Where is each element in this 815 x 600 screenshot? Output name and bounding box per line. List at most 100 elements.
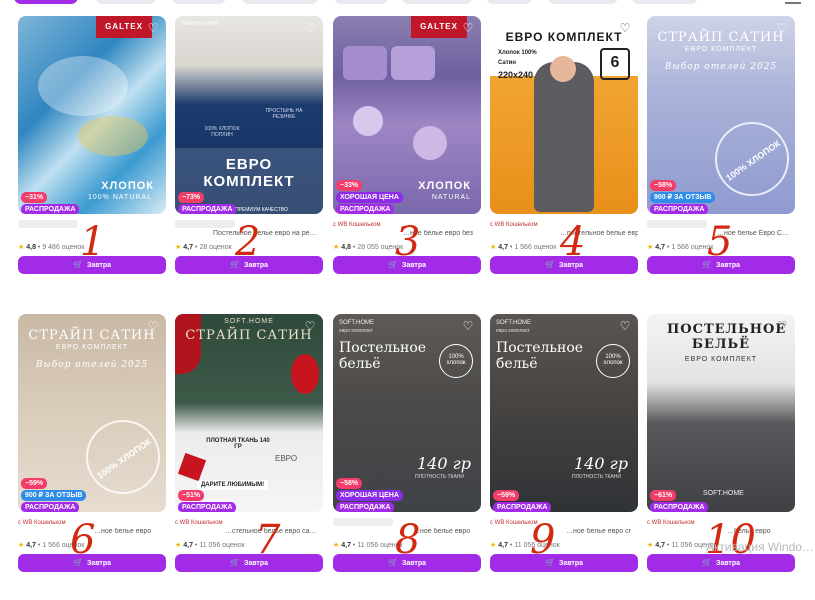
kit-label: евро комплект [496, 328, 530, 334]
rating-value: 4,8 [26, 244, 36, 251]
discount-badge: −31% [21, 192, 48, 203]
catalog-page: GALTEX ♡ ХЛОПОК 100% NATURAL −31% РАСПРО… [0, 0, 815, 600]
image-overlay-subtitle: ЕВРО КОМПЛЕКТ [55, 344, 129, 351]
product-image[interactable]: ПОСТЕЛЬНОЕ БЕЛЬЁ ЕВРО КОМПЛЕКТ SOFT.HOME… [647, 314, 795, 512]
image-overlay-subtitle: ПРЕМИУМ КАЧЕСТВО [235, 207, 288, 213]
product-card-4[interactable]: ЕВРО КОМПЛЕКТ Хлопок 100% Сатин 220х240 … [490, 16, 638, 316]
cotton-stamp: 100% хлопок [439, 344, 473, 378]
cotton-stamp: 100% хлопок [596, 344, 630, 378]
favorite-heart-icon[interactable]: ♡ [775, 319, 789, 333]
filter-chip[interactable] [334, 0, 388, 4]
review-count: 11 056 оценок [199, 542, 245, 549]
price-area [18, 220, 78, 228]
product-image[interactable]: GALTEX ♡ ХЛОПОК NATURAL −33% ХОРОШАЯ ЦЕН… [333, 16, 481, 214]
image-overlay-title: СТРАЙП САТИН [657, 30, 785, 45]
product-card-1[interactable]: GALTEX ♡ ХЛОПОК 100% NATURAL −31% РАСПРО… [18, 16, 166, 316]
discount-badge: −61% [650, 490, 677, 501]
image-overlay-title: СТРАЙП САТИН [185, 328, 313, 343]
product-card-7[interactable]: SOFT.HOME СТРАЙП САТИН ПЛОТНАЯ ТКАНЬ 140… [175, 314, 323, 600]
favorite-heart-icon[interactable]: ♡ [618, 319, 632, 333]
density-caption: ПЛОТНОСТЬ ТКАНИ [572, 474, 621, 480]
filter-chip[interactable] [486, 0, 532, 4]
delivery-button[interactable]: 🛒 Завтра [490, 554, 638, 572]
product-image[interactable]: СТРАЙП САТИН ЕВРО КОМПЛЕКТ Выбор отелей … [18, 314, 166, 512]
product-card-8[interactable]: SOFT.HOME евро комплект Постельное бельё… [333, 314, 481, 600]
wallet-price-label: с WB Кошельком [18, 520, 66, 526]
delivery-button[interactable]: 🛒 Завтра [175, 554, 323, 572]
product-card-5[interactable]: СТРАЙП САТИН ЕВРО КОМПЛЕКТ Выбор отелей … [647, 16, 795, 316]
sale-badge: РАСПРОДАЖА [650, 204, 709, 214]
product-card-2[interactable]: ТЕМНО-СИНИЙ ♡ 100% ХЛОПОК ПОПЛИН ПРОСТЫН… [175, 16, 323, 316]
product-image[interactable]: ТЕМНО-СИНИЙ ♡ 100% ХЛОПОК ПОПЛИН ПРОСТЫН… [175, 16, 323, 214]
favorite-heart-icon[interactable]: ♡ [618, 21, 632, 35]
spec-size: 220х240 [498, 70, 534, 80]
brand-text: SOFT.HOME [703, 490, 744, 497]
product-image[interactable]: ЕВРО КОМПЛЕКТ Хлопок 100% Сатин 220х240 … [490, 16, 638, 214]
filter-chip[interactable] [632, 0, 698, 4]
filter-chip[interactable] [548, 0, 618, 4]
product-image[interactable]: GALTEX ♡ ХЛОПОК 100% NATURAL −31% РАСПРО… [18, 16, 166, 214]
sale-badge: РАСПРОДАЖА [493, 502, 552, 512]
product-image[interactable]: СТРАЙП САТИН ЕВРО КОМПЛЕКТ Выбор отелей … [647, 16, 795, 214]
product-card-9[interactable]: SOFT.HOME евро комплект Постельное бельё… [490, 314, 638, 600]
annotation-number: 3 [395, 219, 421, 265]
product-title[interactable]: …ное белье евро сг [490, 528, 638, 535]
favorite-heart-icon[interactable]: ♡ [146, 21, 160, 35]
image-overlay-subtitle: ЕВРО КОМПЛЕКТ [684, 46, 758, 53]
annotation-number: 2 [235, 219, 261, 265]
star-icon: ★ [175, 244, 182, 251]
filter-chip-active[interactable] [14, 0, 78, 4]
delivery-label: Завтра [558, 560, 584, 567]
product-image[interactable]: SOFT.HOME евро комплект Постельное бельё… [333, 314, 481, 512]
product-card-3[interactable]: GALTEX ♡ ХЛОПОК NATURAL −33% ХОРОШАЯ ЦЕН… [333, 16, 481, 316]
brand-text: SOFT.HOME [224, 318, 274, 325]
kit-label: евро комплект [339, 328, 373, 334]
favorite-heart-icon[interactable]: ♡ [303, 21, 317, 35]
sale-badge: РАСПРОДАЖА [650, 502, 709, 512]
review-bonus-badge: 900 ₽ ЗА ОТЗЫВ [21, 490, 87, 501]
review-count: 9 486 оценок [42, 244, 85, 251]
annotation-number: 4 [560, 219, 586, 265]
spec-material: Хлопок 100% [498, 50, 537, 56]
wallet-price-label: с WB Кошельком [175, 520, 223, 526]
density-value: 140 гр [574, 454, 628, 473]
view-toggle-icon[interactable] [785, 0, 801, 4]
favorite-heart-icon[interactable]: ♡ [461, 319, 475, 333]
brand-text: SOFT.HOME [339, 320, 375, 326]
annotation-number: 1 [80, 219, 106, 265]
rating-value: 4,8 [341, 244, 351, 251]
cart-icon: 🛒 [229, 558, 240, 567]
annotation-number: 5 [707, 219, 733, 265]
product-card-10[interactable]: ПОСТЕЛЬНОЕ БЕЛЬЁ ЕВРО КОМПЛЕКТ SOFT.HOME… [647, 314, 795, 600]
good-price-badge: ХОРОШАЯ ЦЕНА [336, 192, 403, 203]
discount-badge: −59% [21, 478, 48, 489]
favorite-heart-icon[interactable]: ♡ [775, 21, 789, 35]
feature-note: ПРОСТЫНЬ НА РЕЗИНКЕ [265, 108, 303, 120]
discount-badge: −73% [178, 192, 205, 203]
wallet-price-label: с WB Кошельком [490, 222, 538, 228]
favorite-heart-icon[interactable]: ♡ [461, 21, 475, 35]
filter-chip[interactable] [242, 0, 318, 4]
filter-chip[interactable] [172, 0, 226, 4]
sale-badge: РАСПРОДАЖА [178, 502, 237, 512]
product-title[interactable]: …стельное белье евро са… [175, 528, 323, 535]
product-card-6[interactable]: СТРАЙП САТИН ЕВРО КОМПЛЕКТ Выбор отелей … [18, 314, 166, 600]
review-count: 1 566 оценок [514, 244, 557, 251]
annotation-number: 6 [70, 517, 96, 563]
color-label: ТЕМНО-СИНИЙ [181, 21, 219, 27]
wallet-price-label: с WB Кошельком [647, 520, 695, 526]
sale-badge: РАСПРОДАЖА [178, 204, 237, 214]
cart-icon: 🛒 [544, 260, 555, 269]
product-image[interactable]: SOFT.HOME СТРАЙП САТИН ПЛОТНАЯ ТКАНЬ 140… [175, 314, 323, 512]
filter-chip[interactable] [96, 0, 156, 4]
windows-activation-watermark: Активация Windo… [706, 540, 814, 554]
sale-badge: РАСПРОДАЖА [21, 204, 80, 214]
filter-chip[interactable] [402, 0, 472, 4]
star-icon: ★ [647, 542, 654, 549]
favorite-heart-icon[interactable]: ♡ [303, 319, 317, 333]
rating: ★ 4,8 • 28 055 оценок [333, 244, 404, 251]
discount-badge: −58% [650, 180, 677, 191]
promo-caption: ДАРИТЕ ЛЮБИМЫМ! [197, 480, 269, 490]
favorite-heart-icon[interactable]: ♡ [146, 319, 160, 333]
product-image[interactable]: SOFT.HOME евро комплект Постельное бельё… [490, 314, 638, 512]
